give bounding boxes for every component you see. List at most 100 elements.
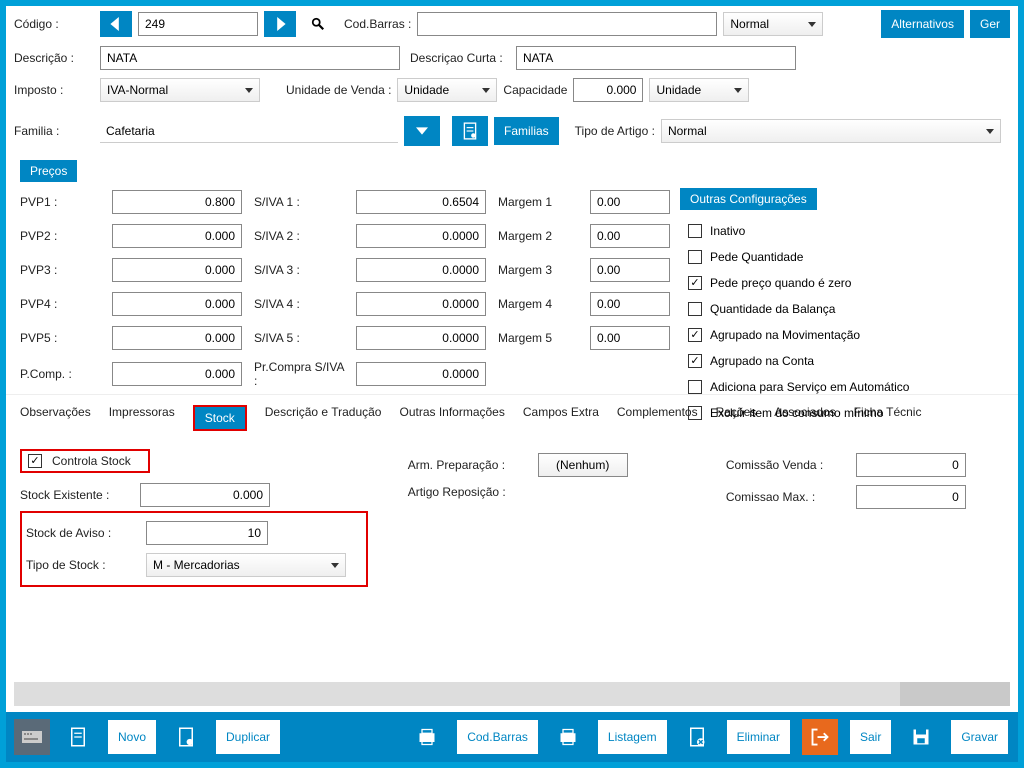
capacidade-input[interactable] bbox=[573, 78, 643, 102]
descricao-curta-label: Descriçao Curta : bbox=[410, 51, 510, 65]
keyboard-icon[interactable] bbox=[14, 719, 50, 755]
siva2-label: S/IVA 2 : bbox=[254, 229, 344, 243]
arm-prep-button[interactable]: (Nenhum) bbox=[538, 453, 628, 477]
margem3-input[interactable] bbox=[590, 258, 670, 282]
siva5-label: S/IVA 5 : bbox=[254, 331, 344, 345]
config-label-1: Pede Quantidade bbox=[710, 250, 803, 264]
gravar-icon[interactable] bbox=[903, 719, 939, 755]
print-listagem-icon[interactable] bbox=[550, 719, 586, 755]
tab-outras-informa-es[interactable]: Outras Informações bbox=[399, 405, 504, 431]
alternativos-button[interactable]: Alternativos bbox=[881, 10, 964, 38]
duplicar-icon[interactable] bbox=[168, 719, 204, 755]
tab-stock[interactable]: Stock bbox=[193, 405, 247, 431]
config-checkbox-6[interactable] bbox=[688, 380, 702, 394]
imposto-label: Imposto : bbox=[14, 83, 94, 97]
tab-descri-o-e-tradu-o[interactable]: Descrição e Tradução bbox=[265, 405, 382, 431]
config-label-5: Agrupado na Conta bbox=[710, 354, 814, 368]
siva3-input[interactable] bbox=[356, 258, 486, 282]
arm-prep-label: Arm. Preparação : bbox=[408, 458, 528, 472]
unidade-venda-select[interactable]: Unidade bbox=[397, 78, 497, 102]
pvp1-label: PVP1 : bbox=[20, 195, 100, 209]
stock-existente-label: Stock Existente : bbox=[20, 488, 130, 502]
config-checkbox-5[interactable] bbox=[688, 354, 702, 368]
novo-button[interactable]: Novo bbox=[106, 718, 158, 756]
margem5-input[interactable] bbox=[590, 326, 670, 350]
outras-config-title: Outras Configurações bbox=[680, 188, 817, 210]
config-label-6: Adiciona para Serviço em Automático bbox=[710, 380, 909, 394]
document-icon[interactable] bbox=[452, 116, 488, 146]
eliminar-button[interactable]: Eliminar bbox=[725, 718, 792, 756]
prev-button[interactable] bbox=[100, 11, 132, 37]
novo-icon[interactable] bbox=[60, 719, 96, 755]
config-label-0: Inativo bbox=[710, 224, 745, 238]
margem2-input[interactable] bbox=[590, 224, 670, 248]
pvp1-input[interactable] bbox=[112, 190, 242, 214]
descricao-input[interactable] bbox=[100, 46, 400, 70]
codbarras-input[interactable] bbox=[417, 12, 717, 36]
familias-button[interactable]: Familias bbox=[494, 117, 559, 145]
print-codbarras-icon[interactable] bbox=[409, 719, 445, 755]
horizontal-scrollbar[interactable] bbox=[14, 682, 1010, 706]
tab-campos-extra[interactable]: Campos Extra bbox=[523, 405, 599, 431]
comissao-max-input[interactable] bbox=[856, 485, 966, 509]
tab-observa-es[interactable]: Observações bbox=[20, 405, 91, 431]
precos-title: Preços bbox=[20, 160, 77, 182]
margem4-input[interactable] bbox=[590, 292, 670, 316]
descricao-label: Descrição : bbox=[14, 51, 94, 65]
config-checkbox-3[interactable] bbox=[688, 302, 702, 316]
siva4-label: S/IVA 4 : bbox=[254, 297, 344, 311]
familia-input[interactable] bbox=[100, 119, 398, 143]
codbarras-button[interactable]: Cod.Barras bbox=[455, 718, 540, 756]
familia-dropdown-button[interactable] bbox=[404, 116, 440, 146]
gravar-button[interactable]: Gravar bbox=[949, 718, 1010, 756]
pvp4-input[interactable] bbox=[112, 292, 242, 316]
controla-stock-checkbox[interactable] bbox=[28, 454, 42, 468]
search-icon[interactable] bbox=[302, 11, 334, 37]
config-checkbox-1[interactable] bbox=[688, 250, 702, 264]
config-label-4: Agrupado na Movimentação bbox=[710, 328, 860, 342]
pvp3-input[interactable] bbox=[112, 258, 242, 282]
comissao-venda-label: Comissão Venda : bbox=[726, 458, 846, 472]
stock-existente-input[interactable] bbox=[140, 483, 270, 507]
pvp2-input[interactable] bbox=[112, 224, 242, 248]
codigo-input[interactable] bbox=[138, 12, 258, 36]
pvp5-input[interactable] bbox=[112, 326, 242, 350]
codtype-select[interactable]: Normal bbox=[723, 12, 823, 36]
sair-icon[interactable] bbox=[802, 719, 838, 755]
pcomp-label: P.Comp. : bbox=[20, 367, 100, 381]
prcompra-input[interactable] bbox=[356, 362, 486, 386]
margem2-label: Margem 2 bbox=[498, 229, 578, 243]
siva2-input[interactable] bbox=[356, 224, 486, 248]
tipo-artigo-label: Tipo de Artigo : bbox=[575, 124, 655, 138]
tab-impressoras[interactable]: Impressoras bbox=[109, 405, 175, 431]
capacidade-unit-select[interactable]: Unidade bbox=[649, 78, 749, 102]
comissao-venda-input[interactable] bbox=[856, 453, 966, 477]
siva5-input[interactable] bbox=[356, 326, 486, 350]
tipo-artigo-select[interactable]: Normal bbox=[661, 119, 1001, 143]
ger-button[interactable]: Ger bbox=[970, 10, 1010, 38]
sair-button[interactable]: Sair bbox=[848, 718, 893, 756]
listagem-button[interactable]: Listagem bbox=[596, 718, 669, 756]
imposto-select[interactable]: IVA-Normal bbox=[100, 78, 260, 102]
duplicar-button[interactable]: Duplicar bbox=[214, 718, 282, 756]
margem1-input[interactable] bbox=[590, 190, 670, 214]
familia-label: Familia : bbox=[14, 124, 94, 138]
codbarras-label: Cod.Barras : bbox=[344, 17, 411, 31]
config-checkbox-7[interactable] bbox=[688, 406, 702, 420]
siva4-input[interactable] bbox=[356, 292, 486, 316]
next-button[interactable] bbox=[264, 11, 296, 37]
config-checkbox-4[interactable] bbox=[688, 328, 702, 342]
config-checkbox-2[interactable] bbox=[688, 276, 702, 290]
siva1-input[interactable] bbox=[356, 190, 486, 214]
unidade-venda-label: Unidade de Venda : bbox=[286, 83, 391, 97]
config-label-2: Pede preço quando é zero bbox=[710, 276, 851, 290]
pvp4-label: PVP4 : bbox=[20, 297, 100, 311]
margem4-label: Margem 4 bbox=[498, 297, 578, 311]
descricao-curta-input[interactable] bbox=[516, 46, 796, 70]
config-checkbox-0[interactable] bbox=[688, 224, 702, 238]
stock-aviso-input[interactable] bbox=[146, 521, 268, 545]
tipo-stock-select[interactable]: M - Mercadorias bbox=[146, 553, 346, 577]
eliminar-icon[interactable] bbox=[679, 719, 715, 755]
artigo-reposicao-label: Artigo Reposição : bbox=[408, 485, 528, 499]
pcomp-input[interactable] bbox=[112, 362, 242, 386]
